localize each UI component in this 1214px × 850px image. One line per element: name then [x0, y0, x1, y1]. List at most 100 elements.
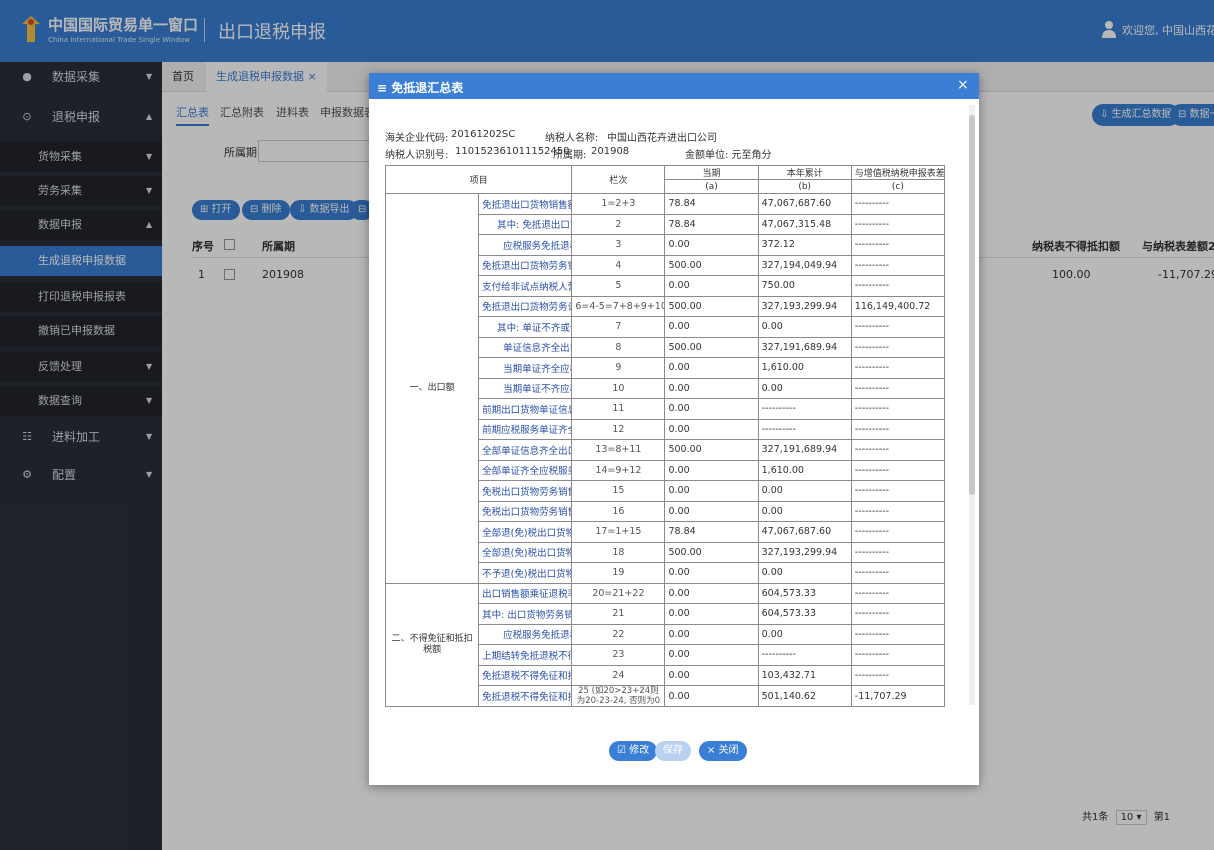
row-line-code: 23 [571, 644, 666, 666]
row-diff-value[interactable]: ---------- [850, 623, 946, 645]
row-ytd-value[interactable]: 327,193,299.94 [757, 295, 852, 317]
row-ytd-value[interactable]: 0.00 [757, 500, 852, 522]
row-diff-value[interactable]: ---------- [850, 480, 946, 502]
customs-code-label: 海关企业代码: [385, 133, 449, 144]
row-ytd-value[interactable]: 372.12 [757, 234, 852, 256]
row-ytd-value[interactable]: 47,067,315.48 [757, 213, 852, 235]
row-diff-value[interactable]: ---------- [850, 439, 946, 461]
scroll-thumb[interactable] [969, 115, 975, 495]
row-current-value[interactable]: 78.84 [664, 521, 759, 543]
row-ytd-value[interactable]: 0.00 [757, 316, 852, 338]
row-current-value[interactable]: 500.00 [664, 336, 759, 358]
row-ytd-value[interactable]: 0.00 [757, 623, 852, 645]
row-current-value[interactable]: 0.00 [664, 500, 759, 522]
col-diff-sub: (c) [850, 179, 946, 194]
row-ytd-value[interactable]: 0.00 [757, 377, 852, 399]
row-current-value[interactable]: 0.00 [664, 685, 759, 707]
row-item-name: 前期出口货物单证信息齐全销售额 [478, 398, 573, 420]
row-diff-value[interactable]: ---------- [850, 418, 946, 440]
row-ytd-value[interactable]: 750.00 [757, 275, 852, 297]
row-ytd-value[interactable]: 327,194,049.94 [757, 254, 852, 276]
row-current-value[interactable]: 500.00 [664, 439, 759, 461]
row-current-value[interactable]: 0.00 [664, 418, 759, 440]
row-item-name: 全部退(免)税出口货物劳务销售额(美元) [478, 521, 573, 543]
row-ytd-value[interactable]: 604,573.33 [757, 582, 852, 604]
row-current-value[interactable]: 0.00 [664, 582, 759, 604]
row-line-code: 20=21+22 [571, 582, 666, 604]
save-button[interactable]: 保存 [655, 741, 691, 761]
row-current-value[interactable]: 0.00 [664, 562, 759, 584]
close-icon[interactable]: × [957, 77, 969, 93]
row-ytd-value[interactable]: 327,191,689.94 [757, 439, 852, 461]
row-diff-value[interactable]: ---------- [850, 500, 946, 522]
row-diff-value[interactable]: ---------- [850, 664, 946, 686]
row-ytd-value[interactable]: 1,610.00 [757, 357, 852, 379]
row-current-value[interactable]: 0.00 [664, 459, 759, 481]
row-current-value[interactable]: 0.00 [664, 603, 759, 625]
row-current-value[interactable]: 78.84 [664, 193, 759, 215]
row-diff-value[interactable]: ---------- [850, 603, 946, 625]
row-diff-value[interactable]: -11,707.29 [850, 685, 946, 707]
row-diff-value[interactable]: 116,149,400.72 [850, 295, 946, 317]
row-diff-value[interactable]: ---------- [850, 521, 946, 543]
row-line-code: 11 [571, 398, 666, 420]
row-diff-value[interactable]: ---------- [850, 213, 946, 235]
row-diff-value[interactable]: ---------- [850, 254, 946, 276]
customs-code-value: 20161202SC [451, 129, 516, 140]
row-diff-value[interactable]: ---------- [850, 398, 946, 420]
col-current: 当期 [664, 165, 759, 180]
row-current-value[interactable]: 500.00 [664, 541, 759, 563]
row-line-code: 15 [571, 480, 666, 502]
row-current-value[interactable]: 0.00 [664, 234, 759, 256]
row-line-code: 19 [571, 562, 666, 584]
row-ytd-value[interactable]: 103,432.71 [757, 664, 852, 686]
row-line-code: 17=1+15 [571, 521, 666, 543]
row-ytd-value[interactable]: ---------- [757, 644, 852, 666]
row-current-value[interactable]: 0.00 [664, 623, 759, 645]
row-current-value[interactable]: 0.00 [664, 275, 759, 297]
row-diff-value[interactable]: ---------- [850, 234, 946, 256]
row-ytd-value[interactable]: 327,191,689.94 [757, 336, 852, 358]
row-ytd-value[interactable]: 0.00 [757, 562, 852, 584]
row-ytd-value[interactable]: 327,193,299.94 [757, 541, 852, 563]
currency-unit: 金额单位: 元至角分 [685, 150, 772, 161]
row-current-value[interactable]: 0.00 [664, 357, 759, 379]
row-current-value[interactable]: 0.00 [664, 664, 759, 686]
modal-scrollbar[interactable] [969, 105, 975, 705]
row-diff-value[interactable]: ---------- [850, 357, 946, 379]
modify-button[interactable]: ☑ 修改 [609, 741, 658, 761]
row-diff-value[interactable]: ---------- [850, 541, 946, 563]
row-line-code: 16 [571, 500, 666, 522]
row-line-code: 6=4-5=7+8+9+10 [571, 295, 666, 317]
row-current-value[interactable]: 500.00 [664, 295, 759, 317]
row-diff-value[interactable]: ---------- [850, 275, 946, 297]
row-diff-value[interactable]: ---------- [850, 644, 946, 666]
row-current-value[interactable]: 0.00 [664, 480, 759, 502]
row-current-value[interactable]: 78.84 [664, 213, 759, 235]
close-button[interactable]: × 关闭 [699, 741, 747, 761]
row-ytd-value[interactable]: ---------- [757, 418, 852, 440]
row-current-value[interactable]: 0.00 [664, 377, 759, 399]
row-diff-value[interactable]: ---------- [850, 193, 946, 215]
row-current-value[interactable]: 0.00 [664, 644, 759, 666]
col-item: 项目 [384, 165, 573, 194]
row-diff-value[interactable]: ---------- [850, 336, 946, 358]
row-ytd-value[interactable]: 1,610.00 [757, 459, 852, 481]
section-label: 一、出口额 [384, 193, 480, 584]
row-ytd-value[interactable]: 501,140.62 [757, 685, 852, 707]
row-ytd-value[interactable]: 47,067,687.60 [757, 193, 852, 215]
row-diff-value[interactable]: ---------- [850, 459, 946, 481]
row-ytd-value[interactable]: ---------- [757, 398, 852, 420]
row-diff-value[interactable]: ---------- [850, 377, 946, 399]
row-current-value[interactable]: 0.00 [664, 398, 759, 420]
row-diff-value[interactable]: ---------- [850, 562, 946, 584]
row-diff-value[interactable]: ---------- [850, 316, 946, 338]
row-ytd-value[interactable]: 47,067,687.60 [757, 521, 852, 543]
row-current-value[interactable]: 500.00 [664, 254, 759, 276]
row-diff-value[interactable]: ---------- [850, 582, 946, 604]
row-ytd-value[interactable]: 0.00 [757, 480, 852, 502]
col-line: 栏次 [571, 165, 666, 194]
row-ytd-value[interactable]: 604,573.33 [757, 603, 852, 625]
row-current-value[interactable]: 0.00 [664, 316, 759, 338]
row-line-code: 2 [571, 213, 666, 235]
